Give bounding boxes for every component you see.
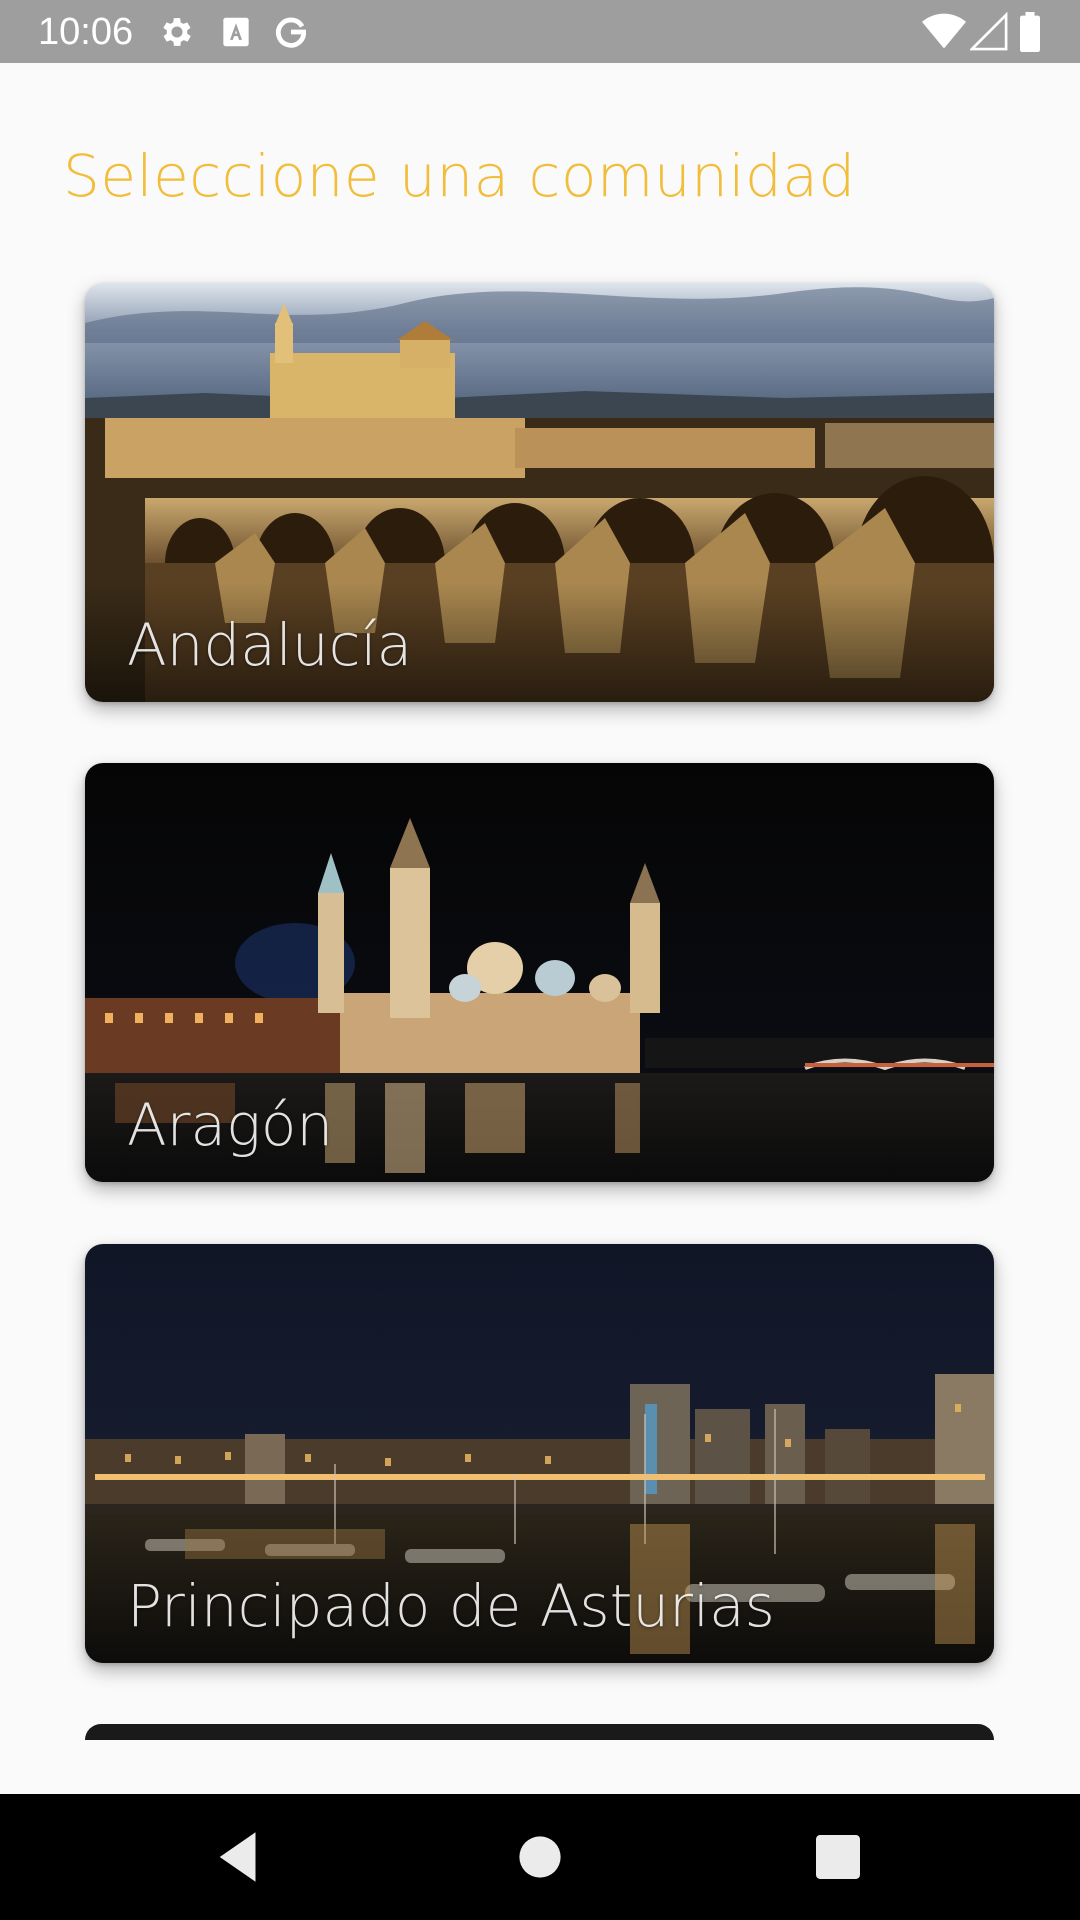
navigation-bar bbox=[0, 1794, 1080, 1920]
community-label: Aragón bbox=[127, 1091, 334, 1159]
community-label: Principado de Asturias bbox=[127, 1572, 775, 1640]
status-time: 10:06 bbox=[38, 11, 134, 53]
recents-icon[interactable] bbox=[805, 1824, 871, 1890]
community-card-partial[interactable] bbox=[85, 1724, 994, 1740]
status-bar: 10:06 bbox=[0, 0, 1080, 63]
font-a-icon bbox=[223, 17, 249, 47]
page-title: Seleccione una comunidad bbox=[63, 142, 856, 210]
community-card-andalucia[interactable]: Andalucía bbox=[85, 283, 994, 702]
community-label: Andalucía bbox=[127, 611, 413, 679]
home-icon[interactable] bbox=[507, 1824, 573, 1890]
community-card-aragon[interactable]: Aragón bbox=[85, 763, 994, 1182]
wifi-icon bbox=[922, 13, 966, 49]
battery-icon bbox=[1020, 12, 1040, 52]
back-icon[interactable] bbox=[206, 1824, 272, 1890]
community-card-asturias[interactable]: Principado de Asturias bbox=[85, 1244, 994, 1663]
signal-icon bbox=[970, 12, 1008, 51]
google-g-icon bbox=[276, 17, 307, 48]
settings-gear-icon bbox=[163, 18, 191, 46]
